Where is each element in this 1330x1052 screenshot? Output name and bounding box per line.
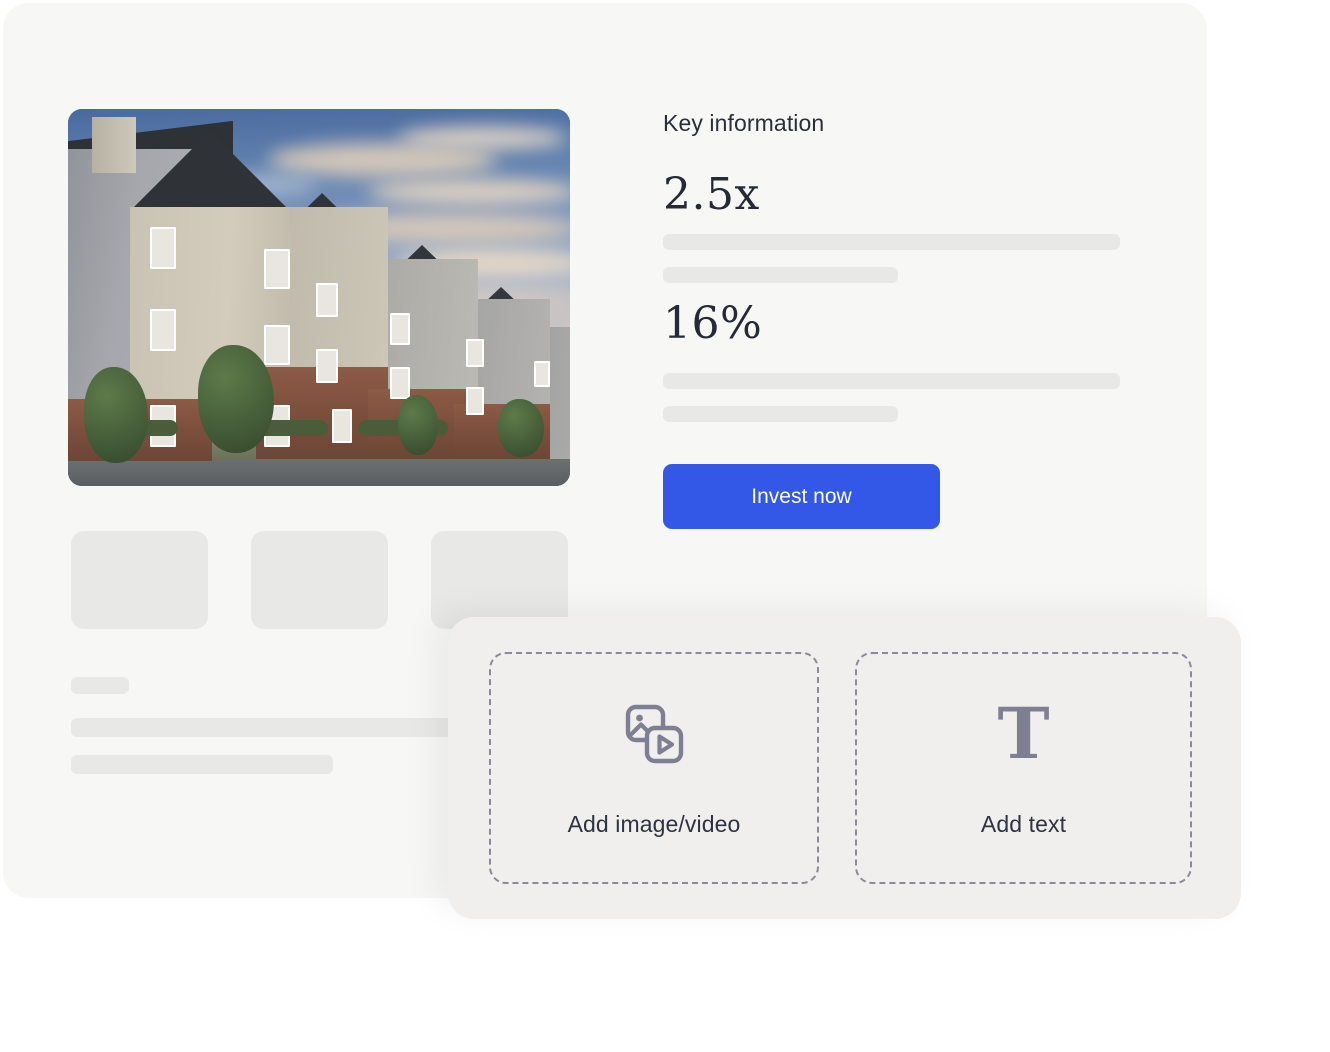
text-icon: T [997,691,1050,775]
add-image-video-dropzone[interactable]: Add image/video [489,652,819,884]
photo-window [316,283,338,317]
screenshot-stage: Key information 2.5x 16% Invest now Add … [0,0,1330,1052]
photo-window [150,309,176,351]
invest-now-button[interactable]: Invest now [663,464,940,529]
thumbnail-placeholder[interactable] [431,531,568,629]
skeleton-text-bar [663,234,1120,250]
add-image-video-label: Add image/video [567,810,741,837]
photo-window [390,313,410,345]
property-photo[interactable] [68,109,570,486]
stat-value-multiple: 2.5x [663,169,760,220]
thumbnail-placeholder[interactable] [251,531,388,629]
photo-window [332,409,352,443]
photo-window [466,339,484,367]
key-information-heading: Key information [663,110,825,136]
photo-window [466,387,484,415]
add-text-label: Add text [980,810,1067,837]
photo-chimney [92,117,136,173]
thumbnail-placeholder[interactable] [71,531,208,629]
photo-window [316,349,338,383]
image-video-icon [622,699,686,769]
photo-tree [84,367,148,463]
add-text-dropzone[interactable]: T Add text [855,652,1192,884]
photo-window [264,325,290,365]
add-block-panel: Add image/video T Add text [448,617,1241,919]
photo-window [150,227,176,269]
photo-road [68,460,570,486]
photo-cloud [368,179,570,205]
skeleton-text-bar [663,267,898,283]
photo-window [534,361,550,387]
skeleton-text-bar [663,373,1120,389]
text-t-glyph: T [997,691,1050,775]
photo-window [264,249,290,289]
stat-value-return: 16% [663,298,763,349]
photo-window [390,367,410,399]
photo-tree [198,345,274,453]
skeleton-text-bar [71,755,333,774]
photo-tree [398,395,438,455]
photo-cloud [268,143,498,177]
skeleton-text-bar [71,677,129,694]
photo-roof-gable [130,131,290,211]
photo-tree [498,399,544,457]
skeleton-text-bar [663,406,898,422]
